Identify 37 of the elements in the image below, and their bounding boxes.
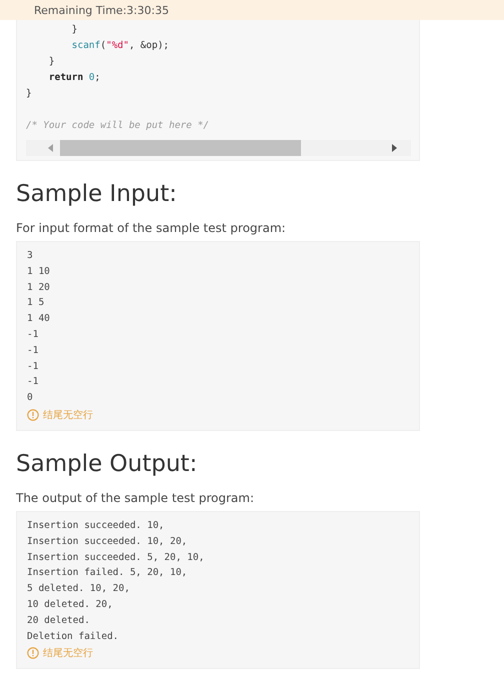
sample-line: 1 10 <box>27 266 50 277</box>
scroll-right-icon[interactable] <box>391 144 397 152</box>
section-heading: Sample Output: <box>16 450 198 477</box>
sample-line: 3 <box>27 250 33 261</box>
code-comment: /* Your code will be put here */ <box>26 120 210 131</box>
sample-line: 1 20 <box>27 282 50 293</box>
sample-line: -1 <box>27 344 38 356</box>
warning-icon <box>27 647 39 660</box>
note-text: 结尾无空行 <box>43 646 93 660</box>
sample-line: Insertion succeeded. 10, <box>27 520 164 531</box>
code-line: } <box>70 24 78 35</box>
scroll-left-icon[interactable] <box>48 144 54 152</box>
horizontal-scrollbar[interactable] <box>26 140 411 156</box>
code-line: return 0; <box>48 72 100 83</box>
note-text: 结尾无空行 <box>43 408 93 422</box>
sample-line: -1 <box>27 360 38 372</box>
sample-line: 1 5 <box>27 297 44 308</box>
scrollbar-thumb[interactable] <box>60 140 300 156</box>
sample-line: Deletion failed. <box>27 630 119 642</box>
sample-line: -1 <box>27 328 38 340</box>
section-description: For input format of the sample test program: <box>16 221 287 235</box>
section-heading: Sample Input: <box>16 181 178 207</box>
sample-line: Insertion succeeded. 10, 20, <box>27 536 188 547</box>
sample-line: -1 <box>27 376 38 388</box>
sample-line: 10 deleted. 20, <box>27 598 113 610</box>
code-line: } <box>48 56 55 67</box>
code-line: } <box>26 88 32 99</box>
sample-line: Insertion succeeded. 5, 20, 10, <box>27 552 204 563</box>
warning-icon <box>27 408 39 421</box>
remaining-time: Remaining Time:3:30:35 <box>34 4 169 16</box>
section-description: The output of the sample test program: <box>16 490 255 505</box>
sample-line: 0 <box>27 392 33 404</box>
sample-line: 20 deleted. <box>27 614 90 626</box>
sample-line: 5 deleted. 10, 20, <box>27 583 130 594</box>
code-line: scanf("%d", &op); <box>70 40 170 51</box>
sample-line: Insertion failed. 5, 20, 10, <box>27 567 188 578</box>
sample-line: 1 40 <box>27 313 50 324</box>
